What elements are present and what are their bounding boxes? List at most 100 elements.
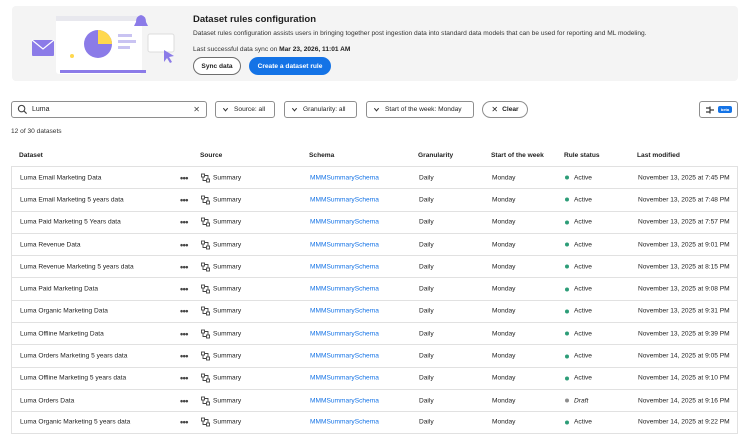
more-actions-icon[interactable]: •••: [180, 217, 188, 227]
schema-link[interactable]: MMMSummarySchema: [310, 353, 379, 360]
week-start-value: Monday: [492, 352, 516, 360]
table-row[interactable]: Luma Organic Marketing Data ••• Summary …: [11, 299, 738, 323]
column-header-granularity[interactable]: Granularity: [418, 152, 453, 159]
last-modified-value: November 14, 2025 at 9:22 PM: [638, 418, 730, 426]
table-row[interactable]: Luma Orders Data ••• Summary MMMSummaryS…: [11, 388, 738, 412]
table-row[interactable]: Luma Paid Marketing 5 Years data ••• Sum…: [11, 210, 738, 233]
clear-filters-button[interactable]: ✕ Clear: [482, 101, 528, 118]
column-header-source[interactable]: Source: [200, 152, 222, 159]
clear-search-icon[interactable]: ✕: [193, 105, 200, 114]
schema-link[interactable]: MMMSummarySchema: [310, 308, 379, 315]
dataset-name[interactable]: Luma Organic Marketing 5 years data: [20, 419, 130, 426]
last-modified-value: November 13, 2025 at 9:39 PM: [638, 330, 730, 338]
status-dot: [565, 376, 569, 381]
schema-link[interactable]: MMMSummarySchema: [310, 263, 379, 270]
granularity-value: Daily: [419, 263, 434, 271]
table-row[interactable]: Luma Organic Marketing 5 years data ••• …: [11, 411, 738, 434]
week-start-value: Monday: [492, 397, 516, 405]
source-filter[interactable]: Source: all: [215, 101, 275, 118]
granularity-filter[interactable]: Granularity: all: [284, 101, 357, 118]
dataset-name[interactable]: Luma Organic Marketing Data: [20, 308, 108, 315]
granularity-value: Daily: [419, 330, 434, 338]
dataset-name[interactable]: Luma Email Marketing 5 years data: [20, 196, 124, 203]
table-row[interactable]: Luma Revenue Data ••• Summary MMMSummary…: [11, 232, 738, 256]
dataset-name[interactable]: Luma Orders Marketing 5 years data: [20, 353, 127, 360]
dataset-name[interactable]: Luma Offline Marketing 5 years data: [20, 375, 126, 382]
schema-link[interactable]: MMMSummarySchema: [310, 241, 379, 248]
more-actions-icon[interactable]: •••: [180, 396, 188, 406]
week-start-filter[interactable]: Start of the week: Monday: [366, 101, 474, 118]
dataset-name[interactable]: Luma Offline Marketing Data: [20, 330, 104, 337]
source-label: Summary: [213, 352, 242, 360]
schema-link[interactable]: MMMSummarySchema: [310, 375, 379, 382]
table-row[interactable]: Luma Offline Marketing 5 years data ••• …: [11, 366, 738, 389]
column-settings-button[interactable]: beta: [699, 101, 738, 118]
status-label: Active: [574, 174, 592, 182]
source-type-icon: [201, 195, 210, 205]
status-dot: [565, 197, 569, 202]
result-count: 12 of 30 datasets: [11, 128, 62, 135]
search-icon: [17, 104, 28, 115]
more-actions-icon[interactable]: •••: [180, 329, 188, 339]
table-row[interactable]: Luma Paid Marketing Data ••• Summary MMM…: [11, 277, 738, 300]
schema-link[interactable]: MMMSummarySchema: [310, 286, 379, 293]
last-modified-value: November 13, 2025 at 9:31 PM: [638, 307, 730, 315]
more-actions-icon[interactable]: •••: [180, 195, 188, 205]
create-dataset-rule-button[interactable]: Create a dataset rule: [249, 57, 331, 75]
schema-link[interactable]: MMMSummarySchema: [310, 419, 379, 426]
status-label: Active: [574, 218, 592, 226]
source-type-icon: [201, 417, 210, 427]
table-row[interactable]: Luma Email Marketing 5 years data ••• Su…: [11, 188, 738, 211]
rule-status: Active: [565, 196, 592, 203]
more-actions-icon[interactable]: •••: [180, 417, 188, 427]
schema-link[interactable]: MMMSummarySchema: [310, 219, 379, 226]
schema-link[interactable]: MMMSummarySchema: [310, 397, 379, 404]
source-cell: Summary: [201, 373, 241, 383]
dataset-name[interactable]: Luma Revenue Marketing 5 years data: [20, 263, 134, 270]
week-start-value: Monday: [492, 374, 516, 382]
dataset-name[interactable]: Luma Orders Data: [20, 397, 74, 404]
week-start-value: Monday: [492, 174, 516, 182]
search-input[interactable]: Luma: [32, 106, 193, 113]
sync-data-button[interactable]: Sync data: [193, 57, 241, 75]
column-header-schema[interactable]: Schema: [309, 152, 334, 159]
dataset-table: Luma Email Marketing Data ••• Summary MM…: [11, 166, 738, 434]
more-actions-icon[interactable]: •••: [180, 351, 188, 361]
schema-link[interactable]: MMMSummarySchema: [310, 330, 379, 337]
more-actions-icon[interactable]: •••: [180, 373, 188, 383]
source-label: Summary: [213, 285, 242, 293]
more-actions-icon[interactable]: •••: [180, 306, 188, 316]
chevron-down-icon: [222, 107, 229, 112]
last-modified-value: November 13, 2025 at 7:57 PM: [638, 218, 730, 226]
dataset-name[interactable]: Luma Revenue Data: [20, 241, 80, 248]
granularity-value: Daily: [419, 418, 434, 426]
dataset-name[interactable]: Luma Paid Marketing Data: [20, 286, 98, 293]
week-start-value: Monday: [492, 330, 516, 338]
table-row[interactable]: Luma Email Marketing Data ••• Summary MM…: [11, 166, 738, 189]
column-header-modified[interactable]: Last modified: [637, 152, 680, 159]
week-start-value: Monday: [492, 307, 516, 315]
beta-badge: beta: [717, 106, 733, 113]
dataset-name[interactable]: Luma Paid Marketing 5 Years data: [20, 219, 121, 226]
column-header-dataset[interactable]: Dataset: [19, 152, 43, 159]
table-row[interactable]: Luma Offline Marketing Data ••• Summary …: [11, 322, 738, 345]
more-actions-icon[interactable]: •••: [180, 262, 188, 272]
column-header-status[interactable]: Rule status: [564, 152, 600, 159]
column-header-week[interactable]: Start of the week: [491, 152, 544, 159]
granularity-value: Daily: [419, 285, 434, 293]
schema-link[interactable]: MMMSummarySchema: [310, 174, 379, 181]
analytics-illustration: [31, 15, 175, 74]
table-row[interactable]: Luma Orders Marketing 5 years data ••• S…: [11, 344, 738, 367]
schema-link[interactable]: MMMSummarySchema: [310, 196, 379, 203]
source-cell: Summary: [201, 306, 241, 316]
more-actions-icon[interactable]: •••: [180, 240, 188, 250]
dataset-name[interactable]: Luma Email Marketing Data: [20, 174, 101, 181]
table-row[interactable]: Luma Revenue Marketing 5 years data ••• …: [11, 255, 738, 278]
source-type-icon: [201, 240, 210, 249]
close-icon: ✕: [491, 105, 499, 114]
banner-title: Dataset rules configuration: [193, 14, 316, 25]
more-actions-icon[interactable]: •••: [180, 284, 188, 294]
source-filter-label: Source: all: [234, 106, 266, 113]
search-field[interactable]: Luma ✕: [11, 101, 207, 118]
more-actions-icon[interactable]: •••: [180, 173, 188, 183]
